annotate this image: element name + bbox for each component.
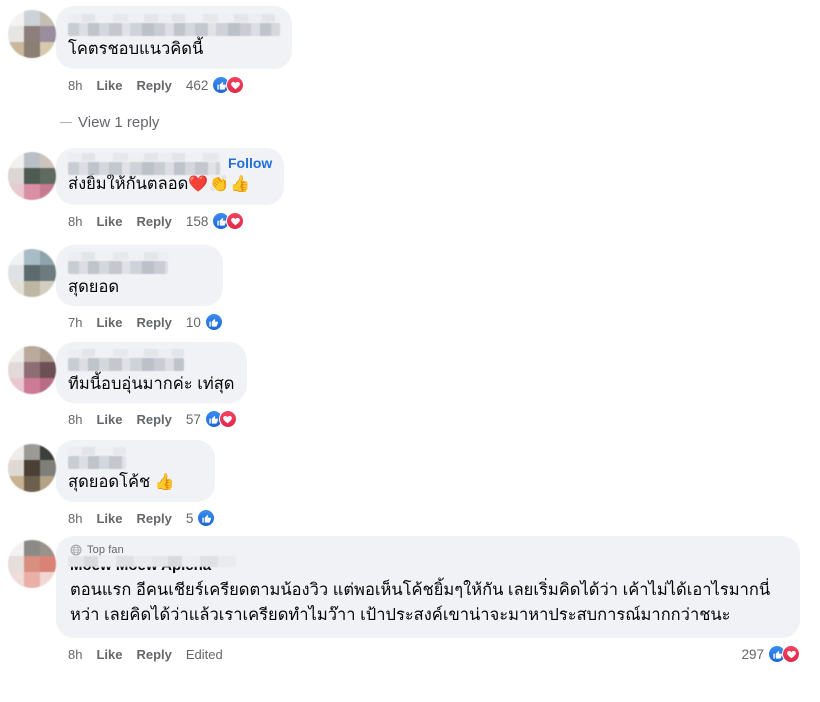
author-row: Follow (68, 152, 272, 175)
comment-body-text: ส่งยิ้มให้กันตลอด (68, 175, 189, 193)
top-fan-badge: Top fan (70, 544, 786, 556)
comment-actions: 8h Like Reply Edited 297 (68, 644, 820, 664)
reaction-summary[interactable]: 158 (186, 212, 245, 230)
avatar[interactable] (8, 444, 56, 492)
comment-bubble: สุดยอด (56, 245, 223, 306)
reaction-count: 10 (185, 314, 201, 330)
edited-label: Edited (185, 646, 223, 662)
timestamp: 7h (68, 314, 83, 330)
comment-text: โคตรชอบแนวคิดนี้ (68, 40, 204, 58)
comment-text: ส่งยิ้มให้กันตลอด❤️👏👍 (68, 173, 272, 196)
reaction-count: 462 (185, 77, 209, 93)
comment-body-text: สุดยอดโค้ช (68, 473, 151, 491)
comment-actions: 7h Like Reply 10 (68, 312, 223, 332)
comment-actions: 8h Like Reply 462 (68, 75, 292, 95)
author-name[interactable]: Moew Moew Apicha (68, 556, 236, 574)
redacted-name-bar (68, 447, 126, 455)
reaction-summary[interactable]: 5 (186, 509, 216, 527)
comment-bubble: สุดยอดโค้ช 👍 (56, 440, 216, 502)
redacted-name-bar (68, 161, 220, 175)
redacted-name-bar (68, 152, 220, 161)
comment-text: สุดยอด (68, 278, 120, 296)
comment-bubble: Top fan Moew Moew Apicha ตอนแรก อีคนเชีย… (56, 536, 800, 638)
avatar[interactable] (8, 249, 56, 297)
comment-bubble: ทีมนี้อบอุ่นมากค่ะ เท่สุด (56, 342, 247, 403)
comment-actions: 8h Like Reply 158 (68, 211, 284, 231)
reply-button[interactable]: Reply (136, 412, 171, 427)
author-name[interactable] (68, 349, 235, 371)
timestamp: 8h (68, 77, 83, 93)
timestamp: 8h (68, 213, 83, 229)
emoji-run: 👍 (154, 474, 176, 491)
comment-bubble: โคตรชอบแนวคิดนี้ (56, 6, 292, 69)
reply-button[interactable]: Reply (136, 214, 171, 229)
like-button[interactable]: Like (96, 78, 122, 93)
redacted-name-bar (68, 358, 184, 371)
timestamp: 8h (68, 411, 83, 427)
avatar[interactable] (8, 540, 56, 588)
reaction-summary[interactable]: 462 (186, 76, 245, 94)
reaction-summary[interactable]: 297 (741, 645, 800, 663)
author-name[interactable] (68, 252, 211, 274)
avatar[interactable] (8, 346, 56, 394)
comment-text: ตอนแรก อีคนเชียร์เครียดตามน้องวิว แต่พอเ… (70, 581, 771, 624)
comment-item: สุดยอดโค้ช 👍 8h Like Reply 5 (0, 440, 216, 528)
reply-button[interactable]: Reply (136, 511, 171, 526)
timestamp: 8h (68, 646, 83, 662)
timestamp: 8h (68, 510, 83, 526)
reaction-count: 158 (185, 213, 209, 229)
reaction-count: 297 (741, 646, 764, 662)
redacted-name-bar (68, 261, 168, 274)
comment-item: สุดยอด 7h Like Reply 10 (0, 245, 223, 332)
reply-button[interactable]: Reply (136, 78, 171, 93)
reaction-count: 57 (185, 411, 201, 427)
redacted-name-bar (68, 14, 280, 22)
love-icon (226, 76, 245, 94)
comment-text: ทีมนี้อบอุ่นมากค่ะ เท่สุด (68, 375, 235, 393)
redacted-name-bar (68, 349, 184, 357)
comment-item: โคตรชอบแนวคิดนี้ 8h Like Reply 462 (0, 6, 292, 95)
comment-actions: 8h Like Reply 57 (68, 409, 247, 429)
author-name[interactable] (68, 14, 280, 36)
redacted-name-bar (68, 456, 126, 469)
comment-text: สุดยอดโค้ช 👍 (68, 471, 203, 494)
comment-actions: 8h Like Reply 5 (68, 508, 216, 528)
reaction-summary[interactable]: 57 (186, 410, 237, 428)
comment-thread: โคตรชอบแนวคิดนี้ 8h Like Reply 462 View … (0, 0, 820, 702)
name-redaction-overlay (68, 556, 236, 567)
comment-item: Follow ส่งยิ้มให้กันตลอด❤️👏👍 8h Like Rep… (0, 148, 285, 231)
like-button[interactable]: Like (96, 315, 122, 330)
view-replies-button[interactable]: View 1 reply (60, 114, 159, 131)
love-icon (226, 212, 245, 230)
redacted-name-bar (68, 252, 168, 260)
love-icon (782, 645, 800, 663)
view-replies-label: View 1 reply (78, 114, 160, 131)
reply-button[interactable]: Reply (136, 315, 171, 330)
reply-button[interactable]: Reply (136, 647, 171, 662)
globe-icon (70, 544, 82, 556)
comment-item: ทีมนี้อบอุ่นมากค่ะ เท่สุด 8h Like Reply … (0, 342, 247, 429)
like-button[interactable]: Like (96, 214, 122, 229)
avatar[interactable] (8, 10, 56, 58)
follow-button[interactable]: Follow (228, 156, 272, 171)
like-icon (197, 509, 216, 527)
redacted-name-bar (68, 23, 280, 36)
reaction-count: 5 (185, 510, 194, 526)
like-button[interactable]: Like (96, 647, 122, 662)
reaction-summary[interactable]: 10 (186, 313, 223, 331)
love-icon (218, 410, 237, 428)
author-name[interactable] (68, 447, 203, 469)
comment-bubble: Follow ส่งยิ้มให้กันตลอด❤️👏👍 (56, 148, 285, 205)
like-icon (204, 313, 223, 331)
like-button[interactable]: Like (96, 511, 122, 526)
like-button[interactable]: Like (96, 412, 122, 427)
top-fan-label: Top fan (87, 544, 124, 556)
dash-icon (60, 121, 72, 124)
author-name[interactable] (68, 152, 220, 175)
avatar[interactable] (8, 152, 56, 200)
emoji-run: ❤️👏👍 (188, 176, 252, 193)
comment-item: Top fan Moew Moew Apicha ตอนแรก อีคนเชีย… (0, 536, 812, 664)
